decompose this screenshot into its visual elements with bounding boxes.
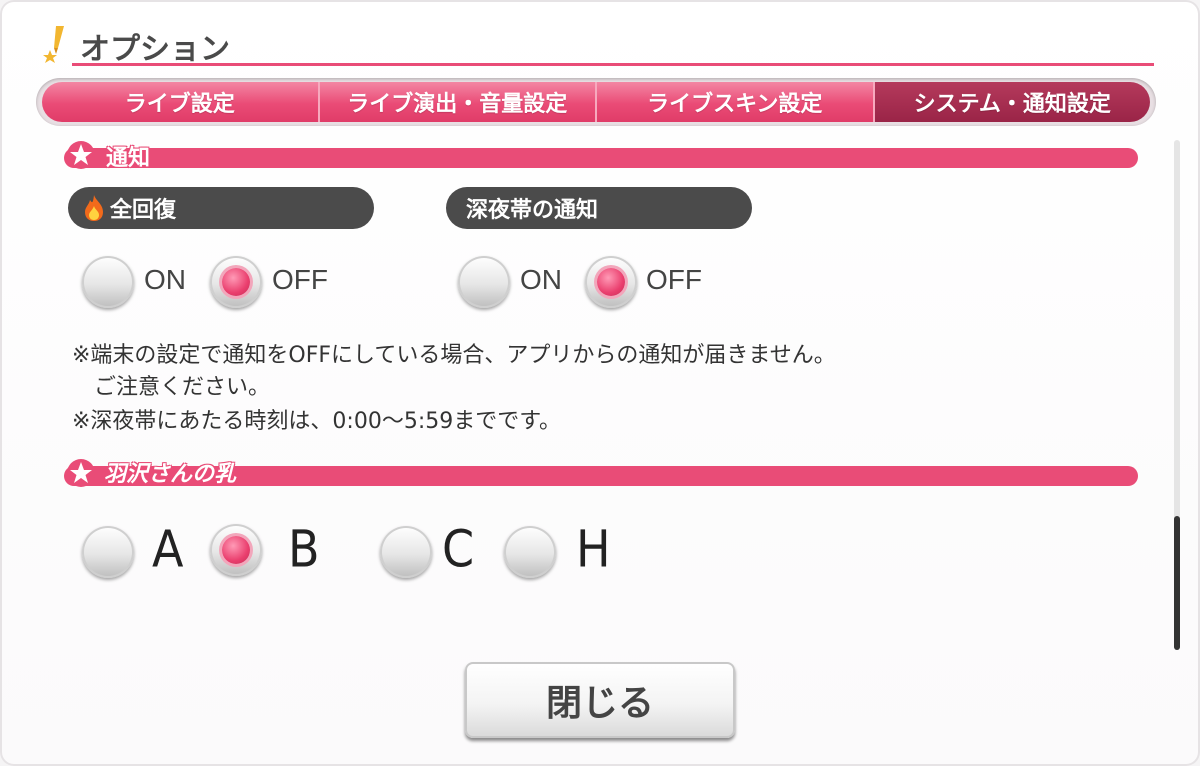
late-night-text: 深夜帯の通知: [466, 198, 599, 223]
late-night-off-label: OFF: [646, 264, 702, 295]
pen-star-icon: [43, 26, 64, 63]
dialog-title: オプション: [80, 32, 230, 67]
tab-bar: ライブ設定 ライブ演出・音量設定 ライブスキン設定 システム・通知設定: [36, 78, 1156, 126]
flame-icon: [85, 195, 103, 221]
options-dialog: オプション ライブ設定 ライブ演出・音量設定 ライブスキン設定 システム・通知設…: [0, 0, 1200, 766]
late-night-on-label: ON: [520, 264, 562, 295]
scrollbar-thumb[interactable]: [1174, 516, 1180, 650]
note-line-2: ご注意ください。: [72, 375, 271, 400]
full-recovery-off-label: OFF: [272, 264, 328, 295]
option-h-radio[interactable]: [504, 526, 556, 578]
option-a-label: A: [152, 519, 184, 579]
section-title-notification: 通知: [106, 146, 151, 171]
close-button[interactable]: 閉じる: [465, 662, 735, 738]
note-line-3: ※深夜帯にあたる時刻は、0:00〜5:59までです。: [72, 409, 562, 434]
title-divider: [72, 63, 1154, 66]
full-recovery-on-label: ON: [144, 264, 186, 295]
option-c-radio[interactable]: [380, 526, 432, 578]
star-icon: [67, 141, 95, 169]
star-icon: [67, 459, 95, 487]
full-recovery-off-radio[interactable]: [210, 256, 262, 308]
section-title-custom: 羽沢さんの乳: [104, 462, 237, 487]
full-recovery-label: 全回復: [68, 187, 374, 229]
late-night-off-radio[interactable]: [585, 256, 637, 308]
full-recovery-on-radio[interactable]: [82, 256, 134, 308]
tab-live-settings[interactable]: ライブ設定: [42, 82, 320, 122]
tab-system-notification[interactable]: システム・通知設定: [874, 82, 1150, 122]
option-h-label: H: [576, 519, 611, 579]
late-night-label: 深夜帯の通知: [446, 187, 752, 229]
option-a-radio[interactable]: [82, 526, 134, 578]
note-line-1: ※端末の設定で通知をOFFにしている場合、アプリからの通知が届きません。: [72, 343, 836, 368]
late-night-on-radio[interactable]: [458, 256, 510, 308]
option-c-label: C: [442, 519, 475, 579]
option-b-radio[interactable]: [210, 524, 262, 576]
tab-live-skin[interactable]: ライブスキン設定: [597, 82, 875, 122]
full-recovery-text: 全回復: [110, 198, 177, 223]
section-bar-notification: [64, 148, 1138, 168]
option-b-label: B: [288, 519, 320, 579]
tab-live-effects-volume[interactable]: ライブ演出・音量設定: [319, 82, 597, 122]
